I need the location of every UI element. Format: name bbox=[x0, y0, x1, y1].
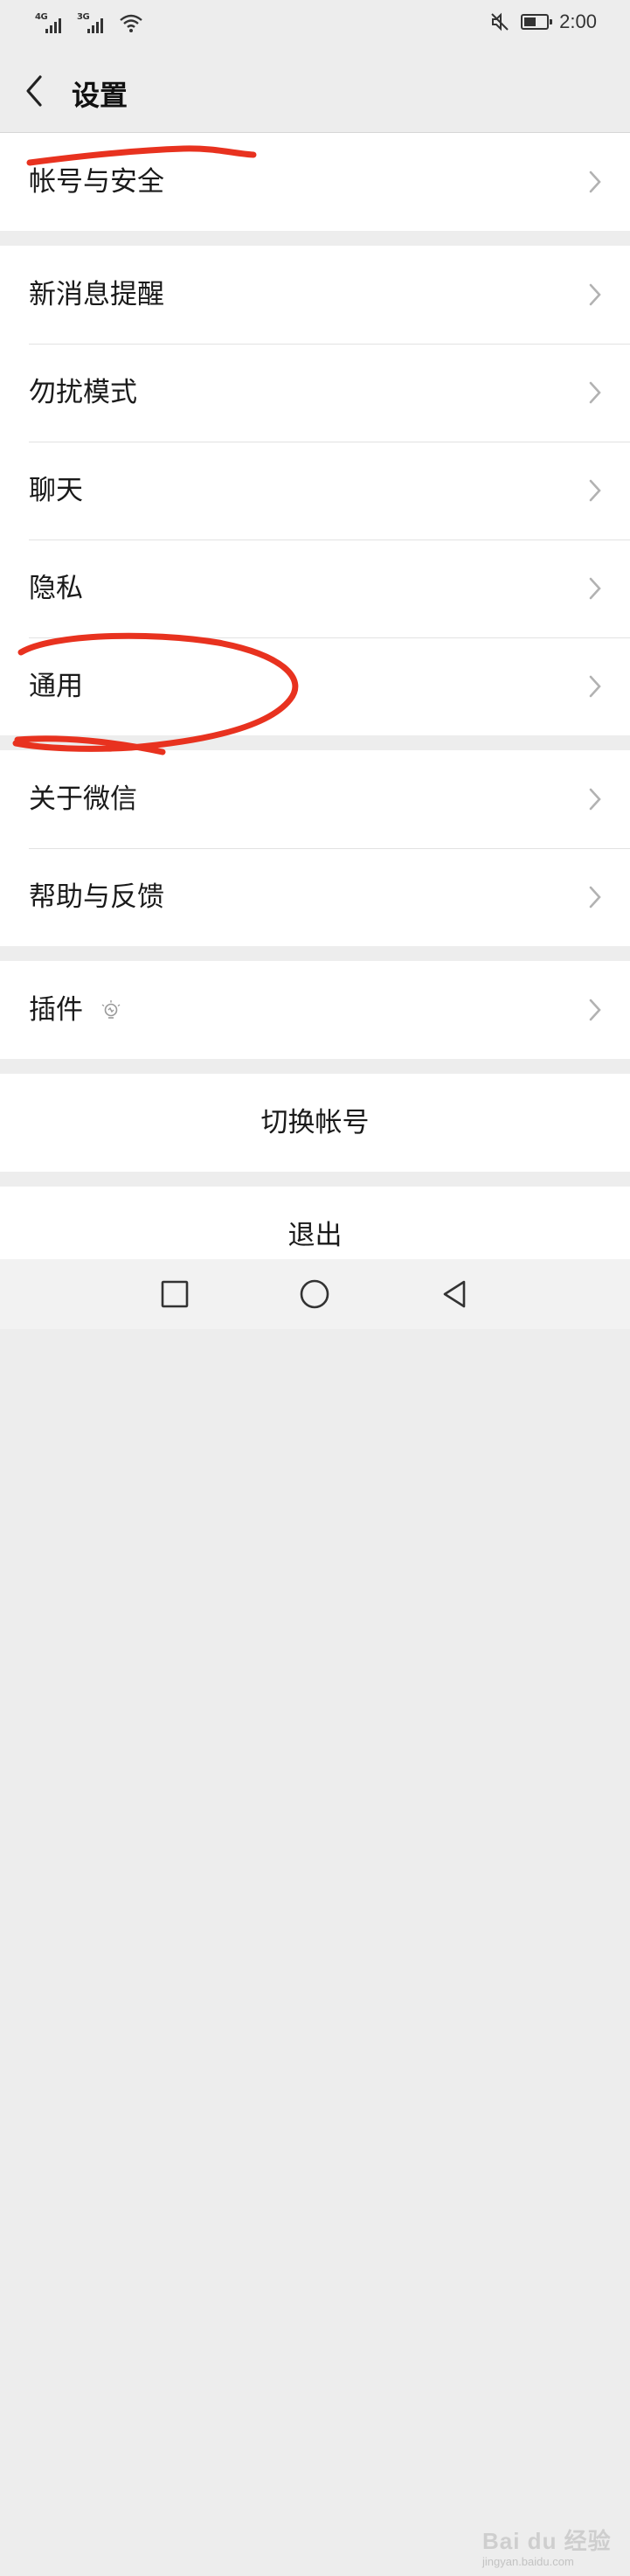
settings-item-label: 关于微信 bbox=[29, 783, 137, 815]
settings-item-label: 插件 bbox=[29, 994, 83, 1026]
switch-account-label: 切换帐号 bbox=[260, 1107, 370, 1138]
settings-group-plugins: 插件 bbox=[0, 961, 630, 1059]
settings-item-do-not-disturb[interactable]: 勿扰模式 bbox=[0, 344, 630, 442]
lightbulb-icon bbox=[101, 1000, 121, 1019]
settings-item-label: 隐私 bbox=[29, 573, 83, 604]
chevron-right-icon bbox=[589, 479, 601, 502]
settings-item-plugins[interactable]: 插件 bbox=[0, 961, 630, 1059]
status-time: 2:00 bbox=[559, 10, 597, 32]
signal-4g-icon: 4G bbox=[35, 12, 70, 35]
chevron-right-icon bbox=[589, 381, 601, 404]
settings-item-label: 聊天 bbox=[29, 475, 83, 506]
settings-item-general[interactable]: 通用 bbox=[0, 637, 630, 735]
settings-item-privacy[interactable]: 隐私 bbox=[0, 540, 630, 637]
settings-group-about: 关于微信 帮助与反馈 bbox=[0, 750, 630, 946]
signal-3g-icon: 3G bbox=[77, 12, 112, 35]
chevron-right-icon bbox=[589, 577, 601, 600]
settings-item-label: 通用 bbox=[29, 671, 83, 702]
watermark-main: Bai du 经验 bbox=[482, 2528, 612, 2554]
logout-button[interactable]: 退出 bbox=[0, 1187, 630, 1259]
settings-item-about-wechat[interactable]: 关于微信 bbox=[0, 750, 630, 848]
triangle-back-icon[interactable] bbox=[437, 1277, 472, 1312]
settings-item-label: 帐号与安全 bbox=[29, 166, 164, 198]
status-bar: 4G 3G 2:00 bbox=[0, 0, 630, 49]
chevron-right-icon bbox=[589, 675, 601, 698]
settings-item-label: 勿扰模式 bbox=[29, 377, 137, 408]
baidu-watermark: Bai du 经验 jingyan.baidu.com bbox=[482, 2524, 622, 2576]
chevron-right-icon bbox=[589, 171, 601, 193]
header-bar: 设置 bbox=[0, 49, 630, 133]
back-button[interactable] bbox=[17, 70, 56, 112]
chevron-left-icon bbox=[26, 75, 42, 107]
page-title: 设置 bbox=[72, 79, 128, 112]
settings-item-notifications[interactable]: 新消息提醒 bbox=[0, 246, 630, 344]
switch-account-button[interactable]: 切换帐号 bbox=[0, 1074, 630, 1172]
watermark-sub: jingyan.baidu.com bbox=[482, 2555, 574, 2568]
settings-item-chat[interactable]: 聊天 bbox=[0, 442, 630, 540]
battery-icon bbox=[521, 14, 553, 30]
square-icon[interactable] bbox=[157, 1277, 192, 1312]
logout-group: 退出 bbox=[0, 1187, 630, 1259]
switch-account-group: 切换帐号 bbox=[0, 1074, 630, 1172]
mute-icon bbox=[491, 12, 509, 31]
chevron-right-icon bbox=[589, 999, 601, 1021]
settings-item-help-feedback[interactable]: 帮助与反馈 bbox=[0, 848, 630, 946]
settings-group-main: 新消息提醒 勿扰模式 聊天 隐私 通用 bbox=[0, 246, 630, 735]
circle-icon[interactable] bbox=[297, 1277, 332, 1312]
settings-item-label: 新消息提醒 bbox=[29, 279, 164, 310]
logout-label: 退出 bbox=[287, 1220, 343, 1251]
chevron-right-icon bbox=[589, 886, 601, 909]
wifi-icon bbox=[120, 14, 142, 32]
settings-group-account: 帐号与安全 bbox=[0, 133, 630, 231]
chevron-right-icon bbox=[589, 283, 601, 306]
settings-item-account-security[interactable]: 帐号与安全 bbox=[0, 133, 630, 231]
settings-item-label: 帮助与反馈 bbox=[29, 881, 164, 913]
system-nav-bar: Bai du 经验 jingyan.baidu.com bbox=[0, 1259, 630, 2568]
chevron-right-icon bbox=[589, 788, 601, 811]
